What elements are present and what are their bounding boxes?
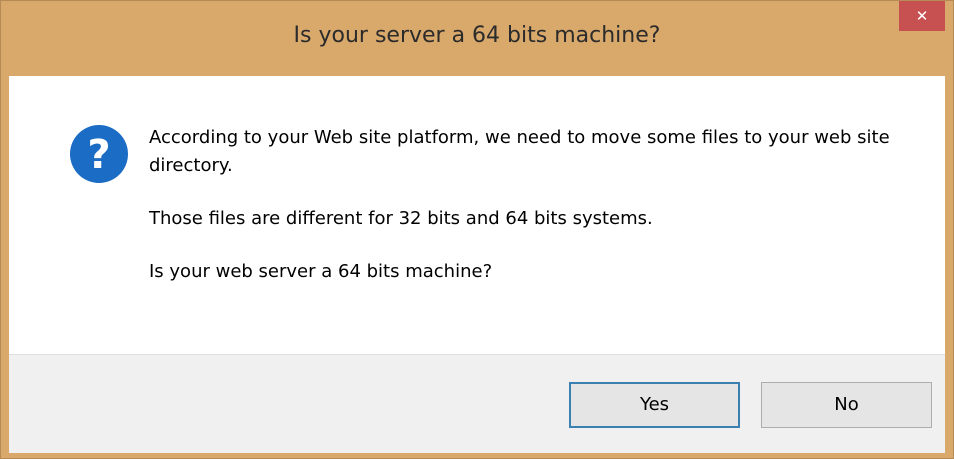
question-glyph: ? (87, 132, 110, 178)
dialog-window: Is your server a 64 bits machine? ✕ ? Ac… (0, 0, 954, 459)
message-area: ? According to your Web site platform, w… (9, 76, 945, 354)
question-icon: ? (70, 125, 128, 183)
message-text: According to your Web site platform, we … (149, 124, 909, 311)
message-line-2: Those files are different for 32 bits an… (149, 208, 653, 229)
dialog-client-area: ? According to your Web site platform, w… (9, 76, 945, 453)
button-bar: Yes No (9, 354, 945, 453)
message-line-1: According to your Web site platform, we … (149, 127, 890, 176)
title-bar[interactable]: Is your server a 64 bits machine? ✕ (1, 1, 953, 76)
message-line-3: Is your web server a 64 bits machine? (149, 261, 493, 282)
dialog-title: Is your server a 64 bits machine? (293, 23, 661, 48)
close-icon: ✕ (915, 7, 929, 25)
no-button[interactable]: No (761, 382, 932, 428)
yes-button[interactable]: Yes (569, 382, 740, 428)
close-button[interactable]: ✕ (899, 1, 945, 31)
